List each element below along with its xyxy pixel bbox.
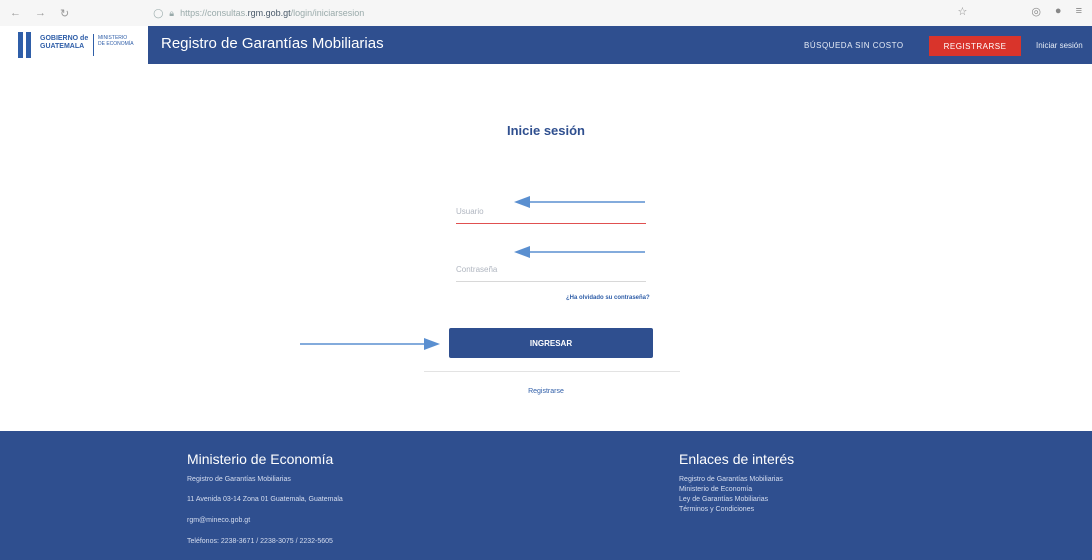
username-underline: [456, 223, 646, 224]
url-prefix: https://consultas.: [180, 8, 248, 18]
free-search-link[interactable]: BÚSQUEDA SIN COSTO: [804, 41, 904, 50]
bookmark-star-icon[interactable]: ☆: [957, 5, 967, 18]
url-domain: rgm.gob.gt: [247, 8, 291, 18]
footer-left-line: Teléfonos: 2238-3671 / 2238-3075 / 2232-…: [187, 538, 333, 545]
register-link[interactable]: Registrarse: [0, 388, 1092, 395]
arrow-to-password-icon: [514, 246, 645, 258]
app-title[interactable]: Registro de Garantías Mobiliarias: [161, 35, 384, 52]
footer-left-title: Ministerio de Economía: [187, 451, 334, 467]
reload-icon[interactable]: ↻: [60, 7, 69, 20]
password-underline: [456, 281, 646, 282]
profile-icon[interactable]: ●: [1055, 5, 1062, 18]
menu-icon[interactable]: ≡: [1076, 5, 1082, 18]
logo-line1: GOBIERNO de: [40, 35, 89, 42]
footer-link[interactable]: Ley de Garantías Mobiliarias: [679, 496, 768, 503]
app-header: GOBIERNO de GUATEMALA MINISTERIO DE ECON…: [0, 26, 1092, 64]
logo-divider: [93, 34, 94, 56]
shield-icon: ◯: [153, 7, 164, 18]
back-icon[interactable]: ←: [10, 7, 21, 20]
footer-left-line: Registro de Garantías Mobiliarias: [187, 476, 291, 483]
footer-link[interactable]: Ministerio de Economía: [679, 486, 752, 493]
footer-link[interactable]: Registro de Garantías Mobiliarias: [679, 476, 783, 483]
arrow-to-username-icon: [514, 196, 645, 208]
footer-left-line: 11 Avenida 03-14 Zona 01 Guatemala, Guat…: [187, 496, 343, 503]
site-footer: Ministerio de Economía Registro de Garan…: [0, 431, 1092, 560]
forward-icon[interactable]: →: [35, 7, 46, 20]
lock-icon: 🔒︎: [169, 7, 175, 18]
register-button[interactable]: REGISTRARSE: [929, 36, 1021, 56]
page-title: Inicie sesión: [506, 123, 586, 138]
government-logo[interactable]: GOBIERNO de GUATEMALA MINISTERIO DE ECON…: [0, 26, 148, 64]
extension-icon[interactable]: ◎: [1031, 5, 1041, 18]
forgot-password-link[interactable]: ¿Ha olvidado su contraseña?: [566, 295, 650, 301]
browser-nav: ← → ↻: [10, 7, 69, 20]
logo-ministry2: DE ECONOMÍA: [98, 41, 134, 47]
footer-right-title: Enlaces de interés: [679, 451, 795, 467]
browser-toolbar: ← → ↻ ◯ 🔒︎ https://consultas.rgm.gob.gt/…: [0, 0, 1092, 26]
url-path: /login/iniciarsesion: [290, 8, 365, 18]
login-link[interactable]: Iniciar sesión: [1036, 41, 1083, 50]
footer-link[interactable]: Términos y Condiciones: [679, 506, 754, 513]
logo-line2: GUATEMALA: [40, 43, 85, 50]
address-bar[interactable]: ◯ 🔒︎ https://consultas.rgm.gob.gt/login/…: [153, 8, 364, 19]
footer-left-line: rgm@mineco.gob.gt: [187, 517, 251, 524]
arrow-to-submit-icon: [300, 338, 440, 350]
password-input[interactable]: Contraseña: [456, 265, 646, 274]
divider: [424, 371, 680, 372]
submit-button[interactable]: INGRESAR: [449, 328, 653, 358]
logo-bars-icon: [18, 32, 31, 58]
